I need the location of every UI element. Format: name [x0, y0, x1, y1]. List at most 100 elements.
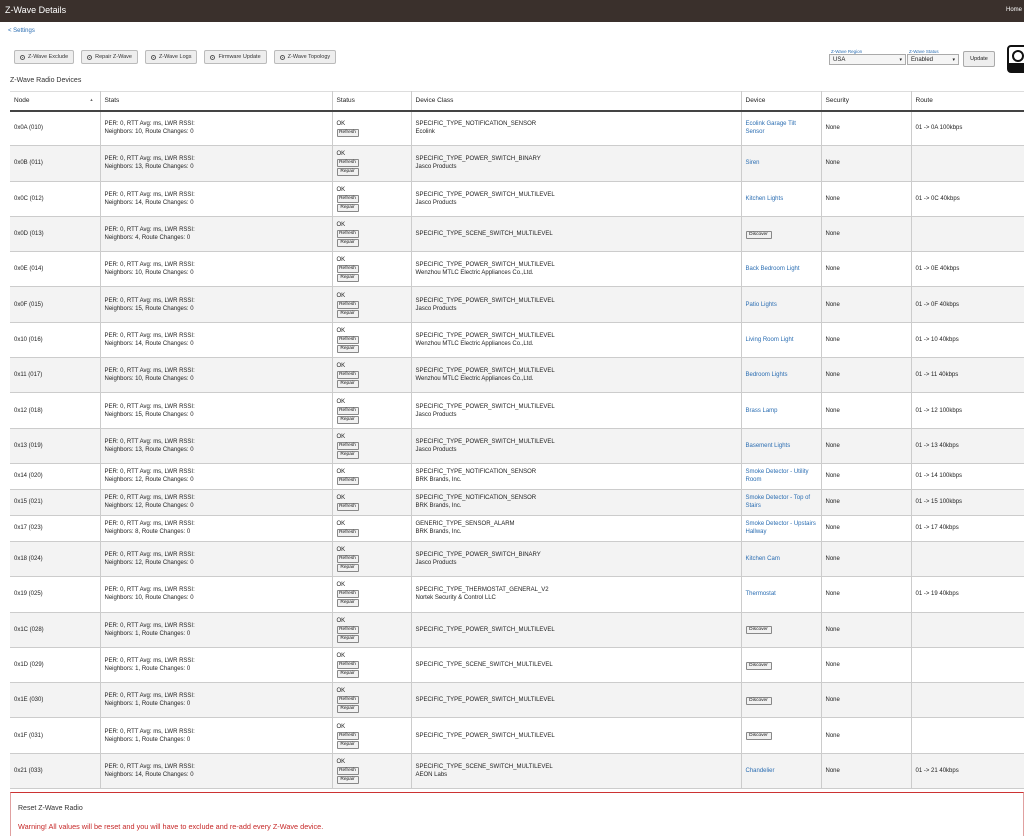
firmware-update-button[interactable]: Firmware Update — [204, 50, 267, 64]
route-cell: 01 -> 10 40kbps — [911, 322, 1024, 359]
column-header-security[interactable]: Security — [821, 91, 912, 112]
stats-cell: PER: 0, RTT Avg: ms, LWR RSSI: Neighbors:… — [100, 753, 333, 790]
zwave-topology-button[interactable]: Z-Wave Topology — [273, 50, 337, 64]
repair-button[interactable]: Repair — [336, 564, 359, 573]
route-cell — [911, 682, 1024, 719]
table-row: 0x10 (016) PER: 0, RTT Avg: ms, LWR RSSI:… — [10, 322, 1024, 359]
refresh-button[interactable]: Refresh — [336, 265, 359, 274]
device-link[interactable]: Smoke Detector - Upstairs Hallway — [746, 521, 816, 535]
repair-button[interactable]: Repair — [336, 670, 359, 678]
device-link[interactable]: Brass Lamp — [746, 408, 778, 414]
table-row: 0x0F (015) PER: 0, RTT Avg: ms, LWR RSSI:… — [10, 286, 1024, 323]
table-row: 0x12 (018) PER: 0, RTT Avg: ms, LWR RSSI:… — [10, 392, 1024, 429]
security-cell: None — [821, 717, 912, 754]
status-cell: OK Refresh Repair — [332, 682, 412, 719]
repair-button[interactable]: Repair — [336, 775, 359, 784]
security-cell: None — [821, 357, 912, 394]
device-cell: Discover — [741, 216, 822, 253]
refresh-button[interactable]: Refresh — [336, 625, 359, 634]
table-row: 0x19 (025) PER: 0, RTT Avg: ms, LWR RSSI:… — [10, 576, 1024, 613]
route-cell: 01 -> 0F 40kbps — [911, 286, 1024, 323]
zwave-logs-button[interactable]: Z-Wave Logs — [144, 50, 198, 64]
device-link[interactable]: Ecolink Garage Tilt Sensor — [746, 121, 796, 135]
discover-button[interactable]: Discover — [745, 661, 772, 670]
repair-button[interactable]: Repair — [336, 740, 359, 749]
repair-button[interactable]: Repair — [336, 344, 359, 353]
device-cell: Smoke Detector - Top of Stairs — [741, 489, 822, 516]
refresh-button[interactable]: Refresh — [336, 128, 359, 137]
column-header-device[interactable]: Device — [741, 91, 822, 112]
device-link[interactable]: Smoke Detector - Utility Room — [746, 469, 809, 483]
table-row: 0x15 (021) PER: 0, RTT Avg: ms, LWR RSSI:… — [10, 489, 1024, 516]
discover-button[interactable]: Discover — [745, 230, 772, 239]
column-header-device-class[interactable]: Device Class — [411, 91, 742, 112]
status-select[interactable]: Enabled ▾ — [907, 54, 959, 65]
table-row: 0x11 (017) PER: 0, RTT Avg: ms, LWR RSSI:… — [10, 357, 1024, 394]
security-cell: None — [821, 576, 912, 613]
repair-button[interactable]: Repair — [336, 380, 359, 389]
update-button[interactable]: Update — [963, 51, 995, 67]
column-header-status[interactable]: Status — [332, 91, 412, 112]
refresh-button[interactable]: Refresh — [336, 766, 359, 775]
node-cell: 0x0B (011) — [10, 145, 101, 182]
device-link[interactable]: Bedroom Lights — [746, 372, 788, 378]
refresh-button[interactable]: Refresh — [336, 555, 359, 564]
discover-button[interactable]: Discover — [745, 696, 772, 705]
repair-button[interactable]: Repair — [336, 415, 359, 424]
column-header-route[interactable]: Route — [911, 91, 1024, 112]
repair-button[interactable]: Repair — [336, 274, 359, 283]
refresh-button[interactable]: Refresh — [336, 194, 359, 203]
node-cell: 0x18 (024) — [10, 541, 101, 578]
refresh-button[interactable]: Refresh — [336, 441, 359, 450]
refresh-button[interactable]: Refresh — [336, 476, 359, 485]
repair-button[interactable]: Repair — [336, 634, 359, 643]
table-row: 0x1D (029) PER: 0, RTT Avg: ms, LWR RSSI:… — [10, 647, 1024, 684]
region-select[interactable]: USA ▾ — [829, 54, 906, 65]
repair-button[interactable]: Repair — [336, 599, 359, 608]
repair-button[interactable]: Repair — [336, 309, 359, 318]
device-link[interactable]: Living Room Light — [746, 337, 794, 343]
refresh-button[interactable]: Refresh — [336, 590, 359, 599]
repair-button[interactable]: Repair — [336, 705, 359, 714]
route-cell: 01 -> 17 40kbps — [911, 515, 1024, 542]
refresh-button[interactable]: Refresh — [336, 371, 359, 380]
refresh-button[interactable]: Refresh — [336, 300, 359, 309]
refresh-button[interactable]: Refresh — [336, 159, 359, 168]
refresh-button[interactable]: Refresh — [336, 406, 359, 415]
refresh-button[interactable]: Refresh — [336, 335, 359, 344]
refresh-button[interactable]: Refresh — [336, 661, 359, 669]
settings-breadcrumb[interactable]: < Settings — [8, 28, 35, 34]
device-link[interactable]: Chandelier — [746, 768, 775, 774]
status-cell: OK Refresh Repair — [332, 251, 412, 288]
device-link[interactable]: Basement Lights — [746, 443, 791, 449]
refresh-button[interactable]: Refresh — [336, 528, 359, 537]
column-header-node[interactable]: Node ▲ — [10, 91, 101, 112]
home-link[interactable]: Home — [1006, 7, 1022, 13]
repair-button[interactable]: Repair — [336, 203, 359, 212]
list-icon — [150, 54, 156, 60]
refresh-button[interactable]: Refresh — [336, 731, 359, 740]
column-header-stats[interactable]: Stats — [100, 91, 333, 112]
refresh-button[interactable]: Refresh — [336, 696, 359, 705]
repair-zwave-button[interactable]: Repair Z-Wave — [81, 50, 138, 64]
refresh-button[interactable]: Refresh — [336, 230, 359, 239]
device-class-cell: SPECIFIC_TYPE_POWER_SWITCH_MULTILEVEL — [411, 682, 742, 719]
repair-button[interactable]: Repair — [336, 239, 359, 248]
table-row: 0x1C (028) PER: 0, RTT Avg: ms, LWR RSSI:… — [10, 612, 1024, 648]
refresh-button[interactable]: Refresh — [336, 502, 359, 511]
device-link[interactable]: Thermostat — [746, 591, 776, 597]
device-link[interactable]: Back Bedroom Light — [746, 266, 800, 272]
device-link[interactable]: Kitchen Lights — [746, 196, 784, 202]
zwave-exclude-button[interactable]: Z-Wave Exclude — [14, 50, 75, 64]
status-cell: OK Refresh — [332, 489, 412, 516]
device-link[interactable]: Siren — [746, 160, 760, 166]
repair-button[interactable]: Repair — [336, 168, 359, 177]
discover-button[interactable]: Discover — [745, 626, 772, 635]
reset-warning: Warning! All values will be reset and yo… — [18, 822, 324, 831]
table-row: 0x14 (020) PER: 0, RTT Avg: ms, LWR RSSI:… — [10, 463, 1024, 490]
device-link[interactable]: Kitchen Cam — [746, 556, 780, 562]
repair-button[interactable]: Repair — [336, 450, 359, 459]
device-link[interactable]: Patio Lights — [746, 302, 777, 308]
discover-button[interactable]: Discover — [745, 732, 772, 741]
device-link[interactable]: Smoke Detector - Top of Stairs — [746, 495, 811, 509]
